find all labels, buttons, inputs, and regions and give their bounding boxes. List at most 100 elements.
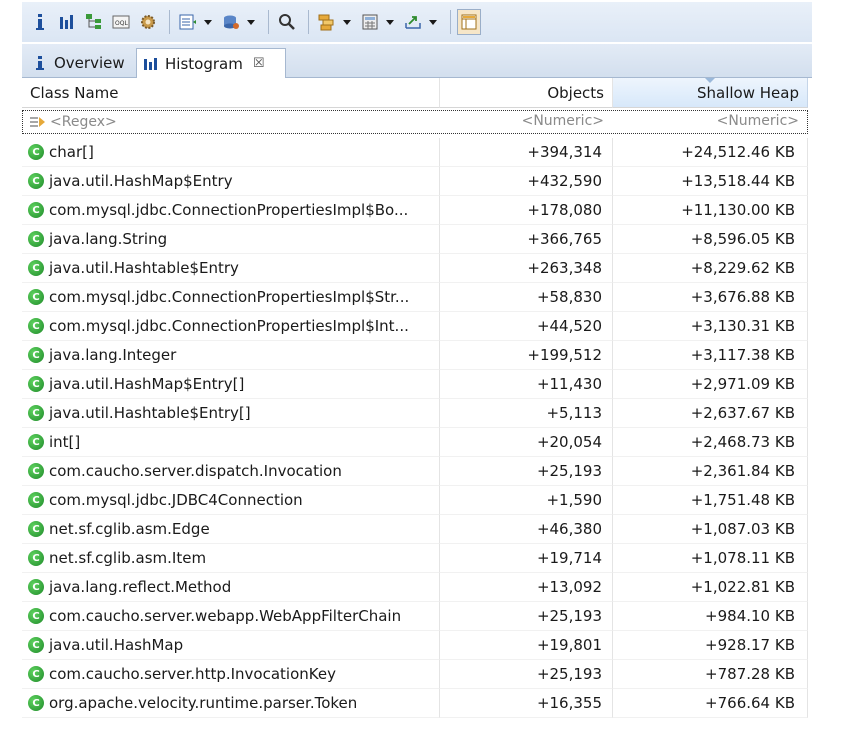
column-header-shallow-heap-label: Shallow Heap xyxy=(697,83,799,102)
heap-filter-input[interactable]: <Numeric> xyxy=(614,113,799,129)
class-name-cell: Cnet.sf.cglib.asm.Item xyxy=(22,544,440,573)
tab-histogram[interactable]: Histogram ☒ xyxy=(136,48,286,78)
table-row[interactable]: Cjava.util.HashMap +19,801 +928.17 KB xyxy=(22,631,808,660)
table-row[interactable]: Cint[] +20,054 +2,468.73 KB xyxy=(22,428,808,457)
class-name-cell: Ccom.caucho.server.dispatch.Invocation xyxy=(22,457,440,486)
query-browser-dropdown[interactable] xyxy=(203,9,213,35)
search-icon[interactable] xyxy=(275,9,299,35)
table-row[interactable]: Cjava.util.Hashtable$Entry +263,348 +8,229… xyxy=(22,254,808,283)
shallow-heap-cell: +13,518.44 KB xyxy=(613,167,808,196)
column-header-shallow-heap[interactable]: Shallow Heap xyxy=(613,78,808,108)
shallow-heap-cell: +1,078.11 KB xyxy=(613,544,808,573)
class-name-text: int[] xyxy=(49,433,81,451)
table-row[interactable]: Ccom.caucho.server.webapp.WebAppFilterCh… xyxy=(22,602,808,631)
class-name-text: com.caucho.server.http.InvocationKey xyxy=(49,665,336,683)
class-name-text: com.mysql.jdbc.JDBC4Connection xyxy=(49,491,303,509)
calculator-dropdown[interactable] xyxy=(385,9,395,35)
table-row[interactable]: Ccom.mysql.jdbc.JDBC4Connection +1,590 +1,… xyxy=(22,486,808,515)
heap-filter-placeholder: <Numeric> xyxy=(716,113,799,129)
table-row[interactable]: Ccom.caucho.server.dispatch.Invocation +2… xyxy=(22,457,808,486)
export-icon[interactable] xyxy=(401,9,425,35)
class-name-cell: Corg.apache.velocity.runtime.parser.Toke… xyxy=(22,689,440,718)
dominator-tree-icon[interactable] xyxy=(82,9,106,35)
table-row[interactable]: Cjava.lang.String +366,765 +8,596.05 KB xyxy=(22,225,808,254)
class-name-text: java.util.HashMap$Entry[] xyxy=(49,375,245,393)
oql-icon[interactable]: OQL xyxy=(109,9,133,35)
objects-cell: +394,314 xyxy=(440,138,613,167)
class-name-cell: Ccom.mysql.jdbc.JDBC4Connection xyxy=(22,486,440,515)
class-icon: C xyxy=(28,463,44,479)
class-name-cell: Ccom.mysql.jdbc.ConnectionPropertiesImpl… xyxy=(22,283,440,312)
objects-cell: +5,113 xyxy=(440,399,613,428)
objects-cell: +16,355 xyxy=(440,689,613,718)
table-row[interactable]: Cchar[] +394,314 +24,512.46 KB xyxy=(22,138,808,167)
query-browser-icon[interactable] xyxy=(176,9,200,35)
shallow-heap-cell: +2,971.09 KB xyxy=(613,370,808,399)
tab-overview[interactable]: Overview xyxy=(26,48,134,78)
class-name-text: char[] xyxy=(49,143,94,161)
class-icon: C xyxy=(28,695,44,711)
toolbar-separator xyxy=(308,10,309,34)
tab-overview-label: Overview xyxy=(54,54,125,72)
group-by-icon[interactable] xyxy=(315,9,339,35)
heap-dump-dropdown[interactable] xyxy=(246,9,256,35)
table-row[interactable]: Ccom.caucho.server.http.InvocationKey +25… xyxy=(22,660,808,689)
table-row[interactable]: Cjava.lang.reflect.Method +13,092 +1,022.8… xyxy=(22,573,808,602)
calculator-icon[interactable] xyxy=(358,9,382,35)
shallow-heap-cell: +928.17 KB xyxy=(613,631,808,660)
class-name-cell: Ccom.caucho.server.webapp.WebAppFilterCh… xyxy=(22,602,440,631)
objects-cell: +178,080 xyxy=(440,196,613,225)
table-row[interactable]: Cjava.lang.Integer +199,512 +3,117.38 KB xyxy=(22,341,808,370)
table-row[interactable]: Cnet.sf.cglib.asm.Item +19,714 +1,078.11 K… xyxy=(22,544,808,573)
class-icon: C xyxy=(28,144,44,160)
table-row[interactable]: Cjava.util.HashMap$Entry[] +11,430 +2,971.… xyxy=(22,370,808,399)
objects-cell: +58,830 xyxy=(440,283,613,312)
shallow-heap-cell: +3,117.38 KB xyxy=(613,341,808,370)
sort-descending-icon xyxy=(705,78,715,83)
class-name-cell: Cnet.sf.cglib.asm.Edge xyxy=(22,515,440,544)
class-name-cell: Cchar[] xyxy=(22,138,440,167)
class-name-cell: Cjava.util.Hashtable$Entry xyxy=(22,254,440,283)
class-name-text: com.mysql.jdbc.ConnectionPropertiesImpl$… xyxy=(49,317,409,335)
gear-icon[interactable] xyxy=(136,9,160,35)
heap-dump-icon[interactable] xyxy=(219,9,243,35)
table-row[interactable]: Ccom.mysql.jdbc.ConnectionPropertiesImpl… xyxy=(22,196,808,225)
table-row[interactable]: Corg.apache.velocity.runtime.parser.Toke… xyxy=(22,689,808,718)
close-icon[interactable]: ☒ xyxy=(253,56,265,71)
table-row[interactable]: Cnet.sf.cglib.asm.Edge +46,380 +1,087.03 K… xyxy=(22,515,808,544)
table-row[interactable]: Ccom.mysql.jdbc.ConnectionPropertiesImpl… xyxy=(22,283,808,312)
shallow-heap-cell: +2,637.67 KB xyxy=(613,399,808,428)
class-name-text: com.caucho.server.webapp.WebAppFilterCha… xyxy=(49,607,402,625)
class-icon: C xyxy=(28,666,44,682)
shallow-heap-cell: +2,361.84 KB xyxy=(613,457,808,486)
class-icon: C xyxy=(28,608,44,624)
shallow-heap-cell: +3,676.88 KB xyxy=(613,283,808,312)
class-icon: C xyxy=(28,521,44,537)
shallow-heap-cell: +1,751.48 KB xyxy=(613,486,808,515)
column-header-objects[interactable]: Objects xyxy=(440,78,613,108)
svg-text:OQL: OQL xyxy=(115,20,128,27)
shallow-heap-cell: +984.10 KB xyxy=(613,602,808,631)
objects-filter-input[interactable]: <Numeric> xyxy=(441,113,604,129)
compare-icon[interactable] xyxy=(457,9,481,35)
table-row[interactable]: Ccom.mysql.jdbc.ConnectionPropertiesImpl… xyxy=(22,312,808,341)
group-by-dropdown[interactable] xyxy=(342,9,352,35)
table-row[interactable]: Cjava.util.Hashtable$Entry[] +5,113 +2,637… xyxy=(22,399,808,428)
export-dropdown[interactable] xyxy=(428,9,438,35)
info-icon[interactable] xyxy=(28,9,52,35)
table-row[interactable]: Cjava.util.HashMap$Entry +432,590 +13,518.… xyxy=(22,167,808,196)
regex-filter-input[interactable]: <Regex> xyxy=(29,112,117,132)
class-name-cell: Cjava.util.HashMap xyxy=(22,631,440,660)
column-header-objects-label: Objects xyxy=(547,83,604,102)
class-icon: C xyxy=(28,347,44,363)
objects-cell: +432,590 xyxy=(440,167,613,196)
histogram-icon[interactable] xyxy=(55,9,79,35)
editor-tab-bar: Overview Histogram ☒ xyxy=(22,44,812,78)
class-icon: C xyxy=(28,376,44,392)
class-name-text: java.lang.reflect.Method xyxy=(49,578,232,596)
class-icon: C xyxy=(28,231,44,247)
objects-cell: +11,430 xyxy=(440,370,613,399)
shallow-heap-cell: +1,022.81 KB xyxy=(613,573,808,602)
column-header-class-name[interactable]: Class Name xyxy=(22,78,440,108)
class-name-cell: Cjava.lang.Integer xyxy=(22,341,440,370)
